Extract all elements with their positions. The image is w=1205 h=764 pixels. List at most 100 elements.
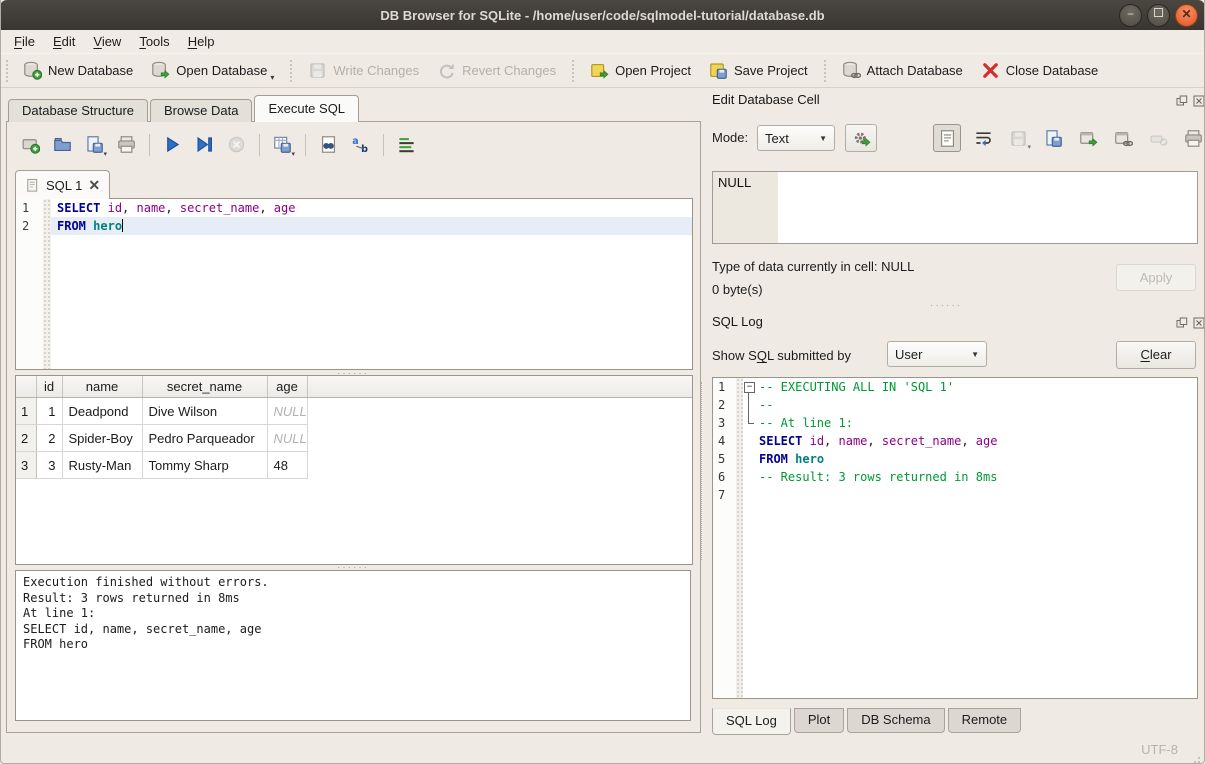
format-sql-button[interactable]: [393, 131, 420, 158]
column-header-id[interactable]: id: [36, 376, 62, 398]
cell[interactable]: Rusty-Man: [62, 452, 142, 479]
code-token: ,: [867, 434, 881, 448]
editor-fold-margin: [43, 199, 51, 369]
sql-editor[interactable]: 12 SELECT id, name, secret_name, ageFROM…: [15, 198, 693, 370]
corner-header[interactable]: [16, 376, 36, 398]
open-project-label: Open Project: [615, 63, 691, 78]
menu-edit[interactable]: Edit: [44, 30, 84, 53]
tab-database-structure[interactable]: Database Structure: [8, 99, 148, 122]
cell[interactable]: 2: [36, 425, 62, 452]
menu-help[interactable]: Help: [179, 30, 224, 53]
clear-log-button[interactable]: Clear: [1116, 341, 1196, 369]
minimize-button[interactable]: −: [1119, 4, 1142, 27]
window-title: DB Browser for SQLite - /home/user/code/…: [380, 8, 824, 23]
dock-float-icon[interactable]: [1176, 317, 1188, 329]
close-button[interactable]: ✕: [1175, 4, 1198, 27]
auto-apply-button[interactable]: [845, 124, 877, 152]
resize-grip[interactable]: [1198, 757, 1200, 759]
cell[interactable]: Spider-Boy: [62, 425, 142, 452]
new-sql-tab-button[interactable]: [17, 131, 44, 158]
cell[interactable]: Deadpond: [62, 398, 142, 425]
splitter-handle[interactable]: ······: [930, 303, 962, 308]
execute-sql-page: ▾ ▾ ab SQL 1 ✕ 12 SELECT id, name, secret_…: [6, 121, 701, 733]
column-header-secret-name[interactable]: secret_name: [142, 376, 267, 398]
save-results-button[interactable]: ▾: [269, 131, 296, 158]
dock-float-icon[interactable]: [1176, 95, 1188, 107]
new-sql-tab-icon: [21, 135, 40, 154]
replace-button[interactable]: ab: [347, 131, 374, 158]
row-header[interactable]: 3: [16, 452, 36, 479]
dock-tab-remote[interactable]: Remote: [948, 708, 1022, 733]
print-button[interactable]: [1180, 125, 1205, 151]
save-project-button[interactable]: Save Project: [700, 56, 817, 86]
sql-document-icon: [25, 178, 40, 193]
toolbar-separator: [290, 60, 292, 82]
menu-tools[interactable]: Tools: [130, 30, 178, 53]
stop-icon: [227, 135, 246, 154]
save-as-button[interactable]: [1040, 125, 1066, 151]
cell[interactable]: NULL: [267, 398, 307, 425]
collapse-icon[interactable]: −: [744, 382, 755, 393]
table-row[interactable]: 22Spider-BoyPedro ParqueadorNULL: [16, 425, 692, 452]
save-sql-file-button[interactable]: ▾: [81, 131, 108, 158]
tab-browse-data[interactable]: Browse Data: [150, 99, 252, 122]
results-table: idnamesecret_nameage11DeadpondDive Wilso…: [16, 376, 692, 479]
log-line-number: 1: [713, 378, 736, 396]
main-toolbar: New DatabaseOpen Database▾Write ChangesR…: [0, 53, 1205, 88]
tab-execute-sql[interactable]: Execute SQL: [254, 95, 359, 122]
execute-line-button[interactable]: [191, 131, 218, 158]
toolbar-handle[interactable]: [6, 60, 8, 82]
cell[interactable]: Pedro Parqueador: [142, 425, 267, 452]
code-token: ,: [165, 201, 179, 215]
new-database-button[interactable]: New Database: [14, 56, 142, 86]
execute-all-button[interactable]: [159, 131, 186, 158]
dock-close-icon[interactable]: [1193, 95, 1205, 107]
link-button[interactable]: [1110, 125, 1136, 151]
code-token: -- At line 1:: [759, 416, 853, 430]
dock-close-icon[interactable]: [1193, 317, 1205, 329]
cell[interactable]: Tommy Sharp: [142, 452, 267, 479]
sql-log-view[interactable]: 1234567 − -- EXECUTING ALL IN 'SQL 1'---…: [712, 377, 1198, 699]
attach-database-button[interactable]: Attach Database: [833, 56, 972, 86]
find-button[interactable]: [315, 131, 342, 158]
mode-select[interactable]: Text ▼: [757, 125, 835, 151]
open-project-button[interactable]: Open Project: [581, 56, 700, 86]
maximize-button[interactable]: [1147, 4, 1170, 27]
row-header[interactable]: 2: [16, 425, 36, 452]
word-wrap-button[interactable]: [970, 125, 996, 151]
editor-code-area[interactable]: SELECT id, name, secret_name, ageFROM he…: [51, 199, 692, 369]
log-filter-select[interactable]: User ▼: [887, 341, 987, 367]
open-database-button[interactable]: Open Database▾: [142, 56, 283, 86]
dropdown-caret-icon[interactable]: ▾: [270, 73, 274, 82]
column-header-age[interactable]: age: [267, 376, 307, 398]
close-database-button[interactable]: Close Database: [972, 56, 1108, 86]
cell[interactable]: 3: [36, 452, 62, 479]
table-row[interactable]: 33Rusty-ManTommy Sharp48: [16, 452, 692, 479]
code-token: hero: [93, 219, 122, 233]
fold-marker[interactable]: −: [743, 378, 756, 396]
menu-file[interactable]: File: [5, 30, 44, 53]
close-tab-icon[interactable]: ✕: [88, 178, 100, 192]
cell-editor[interactable]: NULL: [712, 171, 1198, 244]
table-row[interactable]: 11DeadpondDive WilsonNULL: [16, 398, 692, 425]
text-document-button[interactable]: [933, 124, 961, 152]
code-token: age: [976, 434, 998, 448]
print-button[interactable]: [113, 131, 140, 158]
row-header[interactable]: 1: [16, 398, 36, 425]
dock-tab-sql-log[interactable]: SQL Log: [712, 708, 791, 735]
sql-file-tab[interactable]: SQL 1 ✕: [15, 170, 110, 199]
cell[interactable]: Dive Wilson: [142, 398, 267, 425]
export-button[interactable]: [1075, 125, 1101, 151]
open-sql-file-button[interactable]: [49, 131, 76, 158]
cell[interactable]: NULL: [267, 425, 307, 452]
cell[interactable]: 48: [267, 452, 307, 479]
dock-tab-plot[interactable]: Plot: [794, 708, 844, 733]
edit-cell-panel-title: Edit Database Cell: [712, 92, 820, 107]
dock-tab-db-schema[interactable]: DB Schema: [847, 708, 944, 733]
column-header-name[interactable]: name: [62, 376, 142, 398]
log-line-number: 4: [713, 432, 736, 450]
cell[interactable]: 1: [36, 398, 62, 425]
menu-view[interactable]: View: [84, 30, 130, 53]
pane-splitter[interactable]: [701, 382, 702, 560]
execution-message: Execution finished without errors.Result…: [15, 570, 691, 721]
